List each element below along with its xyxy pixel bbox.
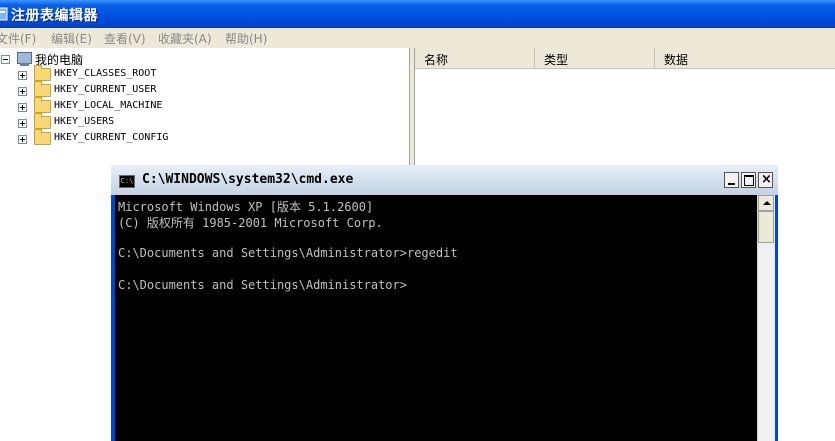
menu-view[interactable]: 查看(V) (104, 30, 146, 47)
tree-node-label: HKEY_CURRENT_CONFIG (54, 132, 169, 143)
close-icon: × (761, 172, 772, 187)
cmd-app-icon[interactable]: C:\ (119, 175, 135, 188)
console-prompt: C:\Documents and Settings\Administrator> (118, 278, 407, 292)
regedit-titlebar[interactable]: 注册表编辑器 (0, 0, 835, 28)
my-computer-icon (17, 52, 32, 66)
collapse-icon[interactable] (1, 55, 10, 64)
console-line: (C) 版权所有 1985-2001 Microsoft Corp. (118, 216, 383, 230)
minimize-button[interactable] (724, 172, 739, 188)
folder-icon (34, 129, 51, 145)
tree-node-label: HKEY_USERS (54, 116, 115, 127)
maximize-button[interactable] (741, 172, 756, 188)
scroll-up-button[interactable] (758, 195, 774, 211)
cmd-title: C:\WINDOWS\system32\cmd.exe (142, 172, 354, 187)
tree-root-label: 我的电脑 (35, 53, 84, 67)
expand-icon[interactable] (18, 71, 27, 80)
cmd-window[interactable]: C:\ C:\WINDOWS\system32\cmd.exe × Micros… (111, 165, 778, 441)
menu-file[interactable]: 文件(F) (0, 30, 36, 47)
close-button[interactable]: × (758, 172, 773, 188)
tree-node-label: HKEY_CLASSES_ROOT (54, 68, 157, 79)
column-header-data[interactable]: 数据 (655, 48, 835, 69)
menu-favorites[interactable]: 收藏夹(A) (158, 30, 212, 47)
menu-help[interactable]: 帮助(H) (225, 30, 267, 47)
column-header-type[interactable]: 类型 (535, 48, 655, 69)
console-output[interactable]: Microsoft Windows XP [版本 5.1.2600] (C) 版… (115, 195, 757, 441)
tree-node-label: HKEY_CURRENT_USER (54, 84, 157, 95)
folder-icon (34, 81, 51, 97)
console-scrollbar[interactable] (757, 195, 775, 441)
column-header-name[interactable]: 名称 (415, 48, 535, 69)
expand-icon[interactable] (18, 87, 27, 96)
regedit-menubar: 文件(F) 编辑(E) 查看(V) 收藏夹(A) 帮助(H) (0, 28, 835, 49)
cmd-titlebar[interactable]: C:\ C:\WINDOWS\system32\cmd.exe × (111, 165, 778, 195)
regedit-title: 注册表编辑器 (11, 8, 98, 24)
expand-icon[interactable] (18, 135, 27, 144)
console-line: Microsoft Windows XP [版本 5.1.2600] (118, 200, 374, 214)
folder-icon (34, 113, 51, 129)
folder-icon (34, 97, 51, 113)
regedit-app-icon (0, 7, 8, 21)
expand-icon[interactable] (18, 119, 27, 128)
folder-icon (34, 65, 51, 81)
scroll-thumb[interactable] (758, 211, 774, 243)
tree-node-label: HKEY_LOCAL_MACHINE (54, 100, 163, 111)
console-line: C:\Documents and Settings\Administrator>… (118, 246, 458, 260)
menu-edit[interactable]: 编辑(E) (51, 30, 92, 47)
expand-icon[interactable] (18, 103, 27, 112)
